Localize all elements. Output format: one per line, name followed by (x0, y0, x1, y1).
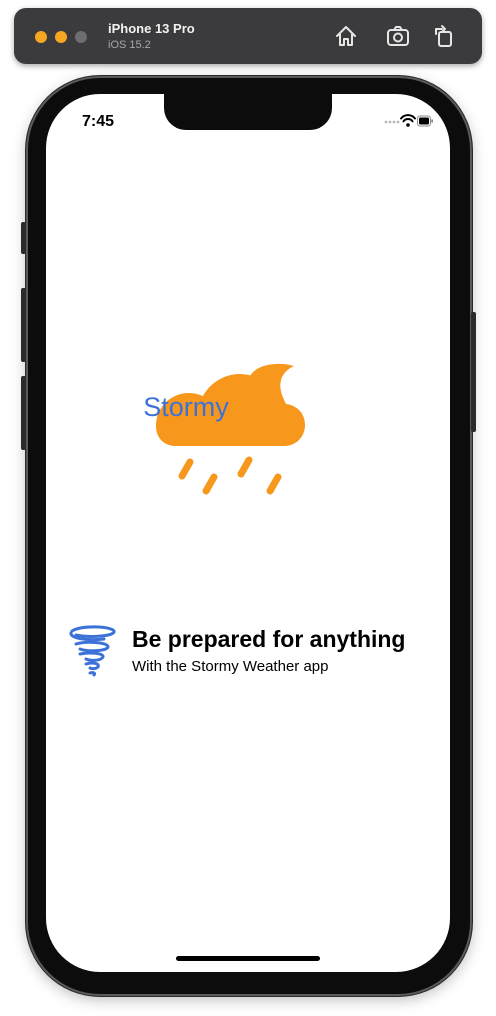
home-icon[interactable] (332, 22, 360, 50)
minimize-window-button[interactable] (55, 31, 67, 43)
screenshot-icon[interactable] (384, 22, 412, 50)
subheadline: With the Stormy Weather app (132, 658, 329, 675)
rain-icon (178, 456, 282, 495)
volume-down-button[interactable] (21, 376, 26, 450)
notch (164, 94, 332, 130)
headline: Be prepared for anything (132, 626, 406, 652)
status-time: 7:45 (82, 113, 115, 130)
zoom-window-button[interactable] (75, 31, 87, 43)
cellular-icon (384, 120, 400, 124)
battery-icon (417, 115, 433, 127)
power-button[interactable] (471, 312, 476, 432)
simulator-title-bar: iPhone 13 Pro iOS 15.2 (14, 8, 482, 64)
wifi-icon (400, 114, 416, 127)
os-version: iOS 15.2 (108, 39, 151, 51)
volume-up-button[interactable] (21, 288, 26, 362)
silent-switch[interactable] (21, 222, 26, 254)
device-name: iPhone 13 Pro (108, 21, 195, 36)
status-icons (384, 114, 433, 127)
close-window-button[interactable] (35, 31, 47, 43)
home-indicator[interactable] (176, 956, 320, 961)
rotate-icon[interactable] (430, 22, 458, 50)
tornado-icon (69, 625, 116, 677)
logo-text: Stormy (143, 392, 229, 422)
app-screen: 7:45 (46, 94, 450, 972)
